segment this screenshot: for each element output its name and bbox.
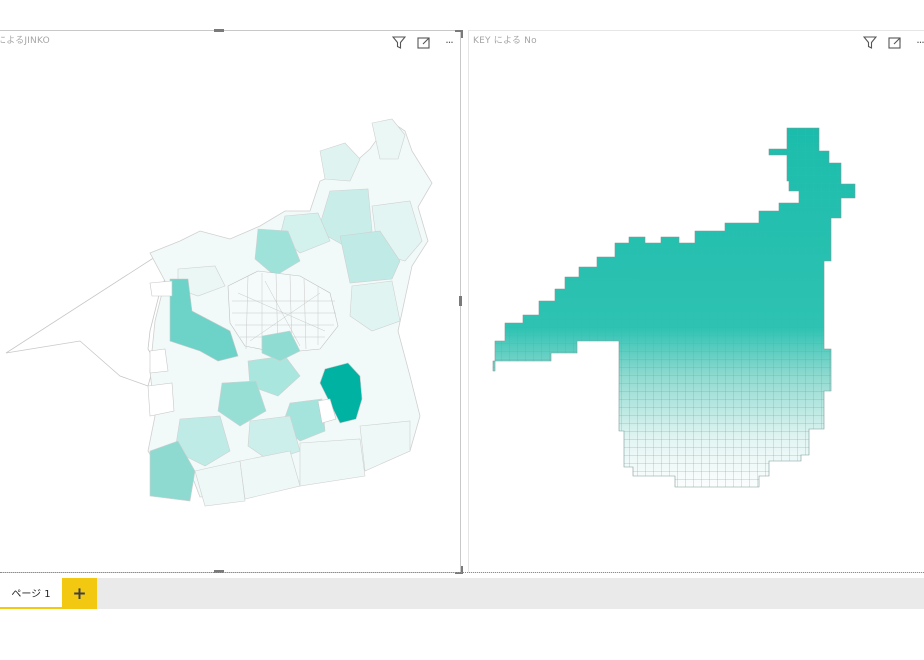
grid-map-visual[interactable]: KEY による No ···	[468, 30, 924, 573]
add-page-button[interactable]: +	[62, 578, 97, 609]
page-tab-1[interactable]: ページ 1	[0, 578, 62, 609]
filled-map-visual[interactable]: によるJINKO ···	[0, 29, 463, 574]
report-canvas: によるJINKO ··· KEY による No ···	[0, 0, 924, 576]
resize-handle-corner-top[interactable]	[455, 30, 463, 38]
osaka-choropleth-map	[5, 118, 433, 507]
resize-handle-right[interactable]	[459, 296, 462, 306]
page-tab-bar: ページ 1 +	[0, 578, 924, 609]
canvas-boundary-line	[0, 572, 924, 573]
resize-handle-top[interactable]	[214, 29, 224, 32]
grid-cells	[493, 128, 855, 487]
grid-cell-map	[492, 127, 856, 488]
map-region-coast	[5, 256, 176, 387]
